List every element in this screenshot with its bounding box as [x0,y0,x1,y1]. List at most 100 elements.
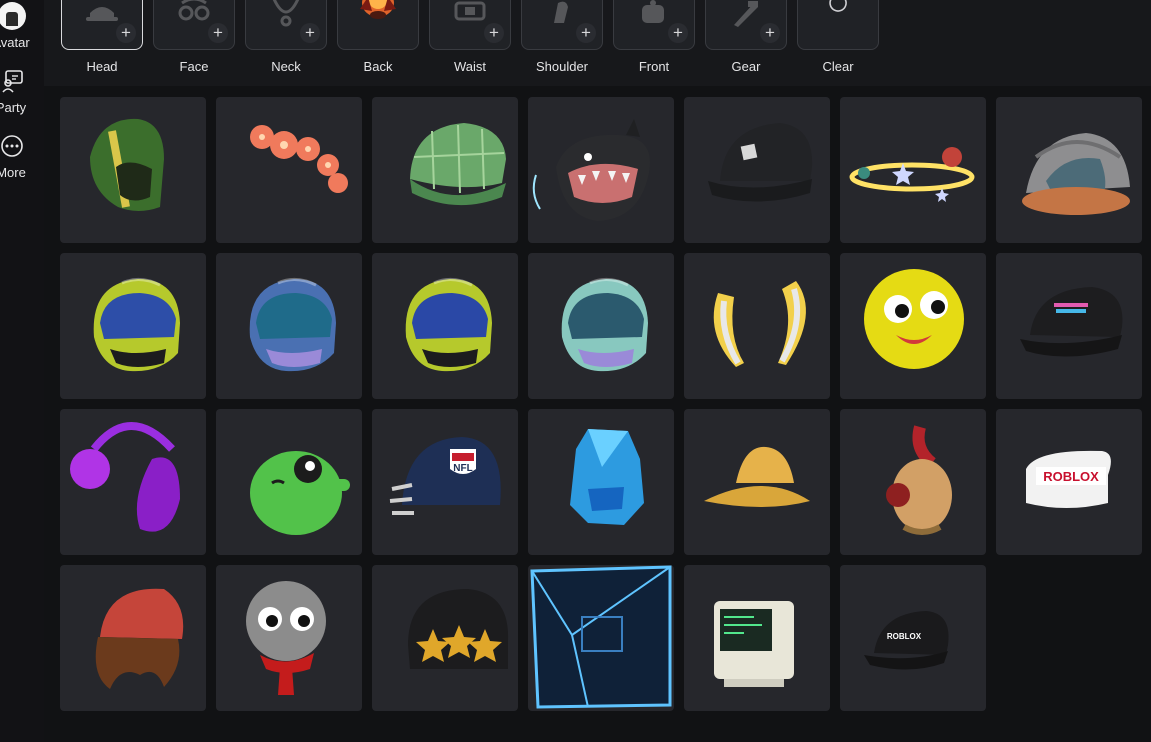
item-tile-pink-flower-crown[interactable] [216,97,362,243]
nfl-logo-text: NFL [453,463,472,474]
slot-label: Front [638,59,670,74]
item-tile-blue-crystal-head[interactable] [528,409,674,555]
item-tile-teal-racing-helmet[interactable] [528,253,674,399]
avatar-icon [0,2,26,30]
slot-gear[interactable]: + Gear [705,0,787,80]
orca-icon [532,119,650,221]
shoulder-icon [554,1,568,24]
side-nav: Avatar Party More [0,0,44,742]
slot-neck[interactable]: + Neck [245,0,327,80]
item-tile-red-feather-helm[interactable] [840,409,986,555]
cap-icon [708,123,813,202]
slot-face[interactable]: + Face [153,0,235,80]
flower-icon [250,125,348,193]
slot-label: Clear [822,59,854,74]
more-icon [1,135,23,157]
hat-icon [86,7,118,21]
helmet-icon [249,278,336,372]
item-tile-orca-hat[interactable] [528,97,674,243]
helmet-icon [1022,133,1130,215]
item-tile-purple-headphones[interactable] [60,409,206,555]
slot-box: + [613,0,695,50]
slot-label: Back [363,59,393,74]
party-icon [2,70,23,93]
main-panel: + Head + Face + Neck Back + Waist + Shou… [44,0,1151,742]
slot-label: Waist [453,59,487,74]
halo-icon [849,147,975,202]
microphone-icon [246,581,326,695]
slot-back[interactable]: Back [337,0,419,80]
front-icon [642,0,664,23]
hood-icon [90,118,164,211]
item-tile-black-roblox-cap-2[interactable]: ROBLOX [840,565,986,711]
item-tile-green-alien-head[interactable] [216,409,362,555]
item-tile-tennis-ball-face[interactable] [840,253,986,399]
beanie-icon [95,588,184,689]
cap-icon [1020,287,1123,357]
item-tile-red-beanie-hair[interactable] [60,565,206,711]
slot-label: Head [86,59,118,74]
nav-item-more[interactable]: More [0,134,44,184]
item-tile-black-event-cap[interactable] [996,253,1142,399]
item-tile-glowing-box[interactable] [528,565,674,711]
helmet-icon: NFL [389,437,501,515]
face-icon [864,269,964,369]
slot-label: Gear [731,59,761,74]
item-tile-yellow-racing-helmet-2[interactable] [372,253,518,399]
slot-box: + [61,0,143,50]
slot-box: + [153,0,235,50]
item-tile-banana-horns[interactable] [684,253,830,399]
cap-icon [410,123,506,206]
nav-item-avatar[interactable]: Avatar [0,0,44,52]
add-icon: + [484,23,504,43]
nav-item-party[interactable]: Party [0,68,44,118]
back-accessory-icon [360,0,396,19]
slot-box: + [429,0,511,50]
roblox-logo-text: ROBLOX [1043,469,1099,484]
item-tile-yellow-bucket-hat[interactable] [684,409,830,555]
gear-icon [734,1,758,27]
slot-label: Shoulder [535,59,589,74]
add-icon: + [116,23,136,43]
slot-box: + [705,0,787,50]
add-icon: + [208,23,228,43]
slot-box: + [245,0,327,50]
beanie-icon [408,589,509,669]
horns-icon [713,281,806,367]
item-tile-microphone-head[interactable] [216,565,362,711]
computer-icon [714,601,794,687]
item-tile-green-hood[interactable] [60,97,206,243]
add-icon: + [576,23,596,43]
slot-box: + [521,0,603,50]
item-tile-planet-halo[interactable] [840,97,986,243]
accessory-slot-bar: + Head + Face + Neck Back + Waist + Shou… [44,0,1151,86]
slot-clear[interactable]: Clear [797,0,879,80]
alien-icon [250,451,350,535]
add-icon: + [300,23,320,43]
item-tile-yellow-racing-helmet[interactable] [60,253,206,399]
item-tile-green-plaid-cap[interactable] [372,97,518,243]
item-tile-nfl-helmet[interactable]: NFL [372,409,518,555]
item-tile-roblox-visor[interactable]: ROBLOX [996,409,1142,555]
helmet-icon [405,278,492,372]
item-tile-dome-helmet[interactable] [996,97,1142,243]
helmet-icon [93,278,180,372]
slot-shoulder[interactable]: + Shoulder [521,0,603,80]
slot-label: Face [179,59,209,74]
slot-head[interactable]: + Head [61,0,143,80]
refresh-icon [829,0,847,12]
face-accessory-icon [178,0,210,21]
item-tile-blue-racing-helmet[interactable] [216,253,362,399]
add-icon: + [760,23,780,43]
slot-waist[interactable]: + Waist [429,0,511,80]
item-grid: NFL ROBLOX ROBLOX [44,86,1151,742]
add-icon: + [668,23,688,43]
slot-front[interactable]: + Front [613,0,695,80]
item-tile-black-roblox-cap[interactable] [684,97,830,243]
nav-item-label: Avatar [0,35,30,50]
item-tile-star-beanie[interactable] [372,565,518,711]
item-tile-retro-computer-head[interactable] [684,565,830,711]
necklace-icon [272,0,300,27]
helmet-icon [561,278,648,372]
helm-icon [886,425,952,535]
